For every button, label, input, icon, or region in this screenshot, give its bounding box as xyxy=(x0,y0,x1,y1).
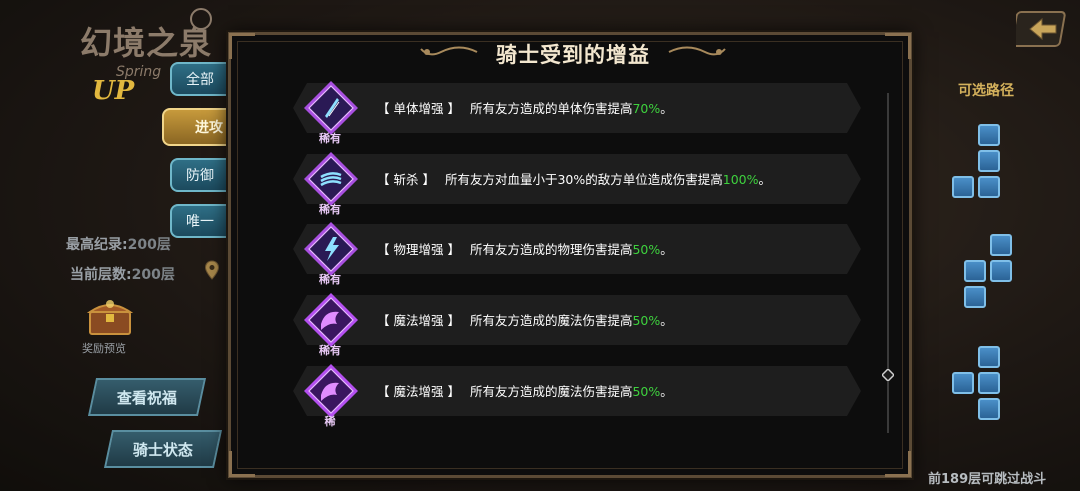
title-ornament-right-icon xyxy=(668,46,726,56)
optional-path-title: 可选路径 xyxy=(958,83,1014,99)
frame-corner xyxy=(229,451,255,477)
rarity-label: 稀有 xyxy=(319,344,341,357)
buff-row[interactable]: 稀有 【 物理增强 】所有友方造成的物理伤害提高50%。 xyxy=(273,222,861,286)
buff-end: 。 xyxy=(660,313,673,328)
scrollbar-track[interactable] xyxy=(887,93,889,433)
best-record: 最高纪录:200层 xyxy=(66,234,171,254)
rarity-label: 稀有 xyxy=(319,203,341,216)
buff-name: 【 斩杀 】 xyxy=(377,172,435,187)
buff-description: 【 单体增强 】所有友方造成的单体伤害提高70%。 xyxy=(377,98,673,117)
frame-corner xyxy=(885,451,911,477)
knight-status-button[interactable]: 骑士状态 xyxy=(103,430,223,468)
tab-unique-label: 唯一 xyxy=(186,214,214,230)
buff-name: 【 单体增强 】 xyxy=(377,101,460,116)
skip-battle-hint: 前189层可跳过战斗 xyxy=(928,472,1047,487)
current-floor: 当前层数:200层 xyxy=(70,264,175,284)
buff-percent: 50% xyxy=(632,384,661,399)
magic-swirl-icon xyxy=(304,364,358,418)
rarity-label: 稀 xyxy=(324,415,336,428)
knight-status-label: 骑士状态 xyxy=(132,440,193,459)
frame-corner xyxy=(229,33,255,59)
buff-end: 。 xyxy=(660,242,673,257)
buff-end: 。 xyxy=(660,101,673,116)
scrollbar-thumb[interactable] xyxy=(882,369,894,381)
view-blessing-label: 查看祝福 xyxy=(116,388,177,407)
magic-swirl-icon xyxy=(304,293,358,347)
tab-attack-label: 进攻 xyxy=(195,120,223,136)
buff-end: 。 xyxy=(660,384,673,399)
current-floor-label: 当前层数: xyxy=(70,267,132,283)
modal-title-band: 骑士受到的增益 xyxy=(419,33,727,73)
buff-percent: 50% xyxy=(632,313,661,328)
buff-effect: 所有友方造成的单体伤害提高 xyxy=(469,101,633,116)
tab-defense[interactable]: 防御 xyxy=(170,158,228,192)
buff-modal: 骑士受到的增益 稀有【 单体增强 】所有友方造成的单体伤害提高70%。 稀有【 斩… xyxy=(228,32,912,478)
buff-percent: 100% xyxy=(722,172,759,187)
buff-description: 【 物理增强 】所有友方造成的物理伤害提高50%。 xyxy=(377,239,673,258)
buff-effect: 所有友方造成的魔法伤害提高 xyxy=(469,313,633,328)
back-arrow-icon[interactable] xyxy=(1016,8,1068,50)
tab-defense-label: 防御 xyxy=(186,168,214,184)
buff-row[interactable]: 稀 【 魔法增强 】所有友方造成的魔法伤害提高50%。 xyxy=(273,364,861,428)
best-record-value: 200层 xyxy=(127,237,171,253)
buff-percent: 70% xyxy=(632,101,661,116)
location-pin-icon[interactable] xyxy=(204,260,220,280)
buff-name: 【 魔法增强 】 xyxy=(377,313,460,328)
frame-corner xyxy=(885,33,911,59)
buff-row[interactable]: 稀有 【 斩杀 】所有友方对血量小于30%的敌方单位造成伤害提高100%。 xyxy=(273,152,861,216)
buff-description: 【 魔法增强 】所有友方造成的魔法伤害提高50%。 xyxy=(377,310,673,329)
treasure-chest-icon[interactable] xyxy=(84,296,136,338)
logo-up-badge: UP xyxy=(92,76,135,106)
current-floor-value: 200层 xyxy=(131,267,175,283)
rarity-label: 稀有 xyxy=(319,273,341,286)
buff-effect: 所有友方对血量小于30%的敌方单位造成伤害提高 xyxy=(444,172,723,187)
tab-all-label: 全部 xyxy=(186,72,214,88)
rarity-label: 稀有 xyxy=(319,132,341,145)
buff-end: 。 xyxy=(758,172,772,187)
buff-effect: 所有友方造成的魔法伤害提高 xyxy=(469,384,633,399)
buff-description: 【 斩杀 】所有友方对血量小于30%的敌方单位造成伤害提高100%。 xyxy=(377,169,771,188)
buff-percent: 50% xyxy=(632,242,661,257)
best-record-label: 最高纪录: xyxy=(66,237,128,253)
tab-all[interactable]: 全部 xyxy=(170,62,228,96)
buff-description: 【 魔法增强 】所有友方造成的魔法伤害提高50%。 xyxy=(377,381,673,400)
wind-slash-icon xyxy=(304,152,358,206)
buff-row[interactable]: 稀有 【 单体增强 】所有友方造成的单体伤害提高70%。 xyxy=(273,81,861,145)
buff-effect: 所有友方造成的物理伤害提高 xyxy=(469,242,633,257)
tab-unique[interactable]: 唯一 xyxy=(170,204,228,238)
buff-row[interactable]: 稀有 【 魔法增强 】所有友方造成的魔法伤害提高50%。 xyxy=(273,293,861,357)
buff-name: 【 物理增强 】 xyxy=(377,242,460,257)
view-blessing-button[interactable]: 查看祝福 xyxy=(87,378,207,416)
logo-title: 幻境之泉 xyxy=(80,24,213,62)
reward-preview-label[interactable]: 奖励预览 xyxy=(82,340,126,356)
lightning-icon xyxy=(304,222,358,276)
buff-name: 【 魔法增强 】 xyxy=(377,384,460,399)
slash-blade-icon xyxy=(304,81,358,135)
